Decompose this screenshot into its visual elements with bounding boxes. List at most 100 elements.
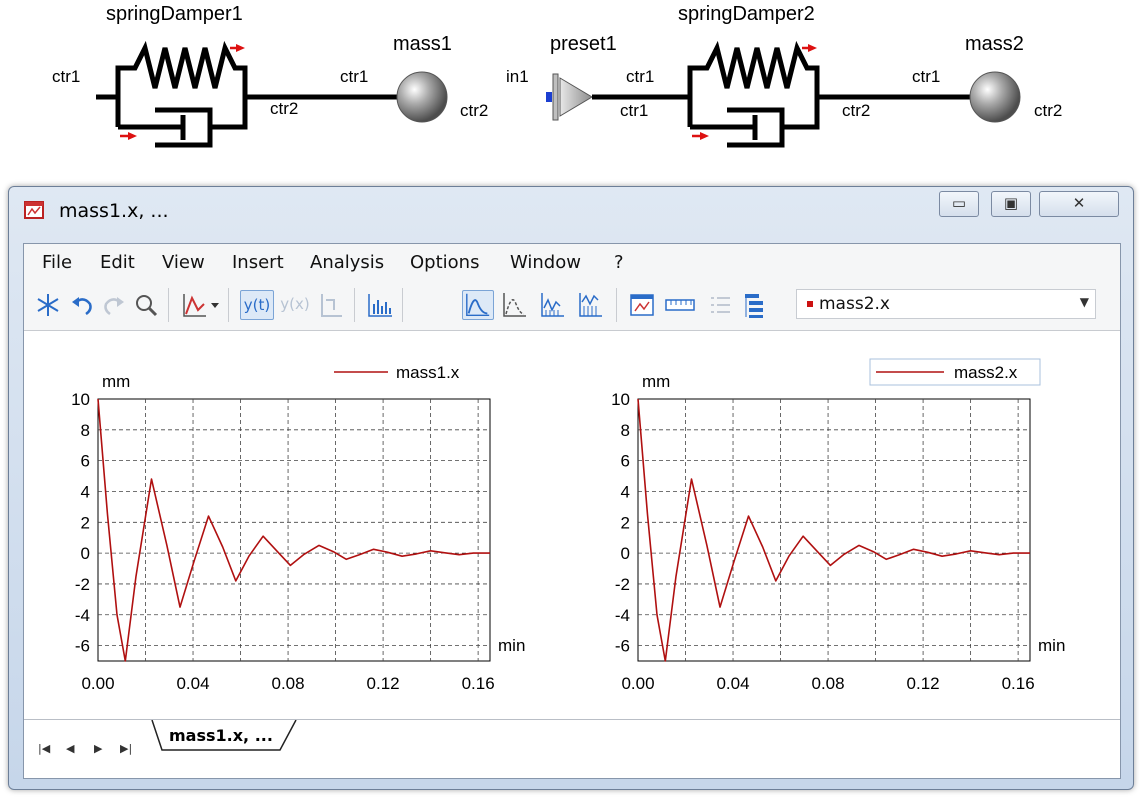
port-label: ctr1 bbox=[340, 67, 368, 86]
next-tab-icon[interactable]: ▶ bbox=[94, 742, 102, 755]
port-label: in1 bbox=[506, 67, 529, 86]
y-tick-label: 8 bbox=[621, 421, 630, 440]
variable-select[interactable]: mass2.x ▼ bbox=[796, 289, 1096, 319]
restore-icon: ▣ bbox=[1003, 194, 1019, 212]
menu-file[interactable]: File bbox=[42, 252, 72, 273]
ruler-icon[interactable] bbox=[664, 290, 696, 320]
y-tick-label: 10 bbox=[71, 390, 90, 409]
spring-damper-2-symbol[interactable] bbox=[612, 40, 975, 148]
y-tick-label: -2 bbox=[75, 575, 90, 594]
port-label: ctr1 bbox=[912, 67, 940, 86]
snowflake-icon[interactable] bbox=[34, 290, 62, 320]
y-tick-label: 4 bbox=[81, 482, 90, 501]
plot-window-icon bbox=[24, 201, 44, 219]
x-tick-label: 0.00 bbox=[621, 674, 654, 693]
port-label: ctr2 bbox=[460, 101, 488, 120]
y-tick-label: 2 bbox=[621, 513, 630, 532]
redo-icon[interactable] bbox=[100, 290, 128, 320]
variable-select-value: mass2.x bbox=[819, 294, 890, 314]
label-spring-damper-1: springDamper1 bbox=[106, 3, 243, 25]
add-axis-icon[interactable] bbox=[316, 290, 344, 320]
restore-button[interactable]: ▣ bbox=[991, 191, 1031, 217]
label-mass-1: mass1 bbox=[393, 33, 452, 55]
port-label: ctr2 bbox=[270, 99, 298, 118]
plot-mode-4-icon[interactable] bbox=[576, 290, 604, 320]
window-title: mass1.x, ... bbox=[59, 200, 169, 222]
label-mass-2: mass2 bbox=[965, 33, 1024, 55]
x-axis-unit-label: min bbox=[1038, 636, 1065, 655]
yt-plot-icon[interactable]: y(t) bbox=[240, 290, 274, 320]
tab-bar: |◀ ◀ ▶ ▶| mass1.x, ... bbox=[24, 719, 1120, 778]
mass-1-symbol[interactable] bbox=[396, 71, 448, 123]
label-spring-damper-2: springDamper2 bbox=[678, 3, 815, 25]
y-tick-label: -6 bbox=[615, 637, 630, 656]
plot-mode-1-icon[interactable] bbox=[462, 290, 494, 320]
zoom-icon[interactable] bbox=[132, 290, 160, 320]
close-button[interactable]: ✕ bbox=[1039, 191, 1119, 217]
plot-mode-3-icon[interactable] bbox=[538, 290, 566, 320]
plot-window: mass1.x, ... ▭ ▣ ✕ File Edit View Insert… bbox=[8, 186, 1134, 790]
menu-bar: File Edit View Insert Analysis Options W… bbox=[24, 244, 1120, 280]
curve-style-icon[interactable] bbox=[180, 290, 208, 320]
y-tick-label: 6 bbox=[621, 452, 630, 471]
minimize-icon: ▭ bbox=[951, 194, 967, 212]
spring-damper-1-symbol[interactable] bbox=[96, 40, 402, 148]
minimize-button[interactable]: ▭ bbox=[939, 191, 979, 217]
x-tick-label: 0.16 bbox=[462, 674, 495, 693]
menu-view[interactable]: View bbox=[162, 252, 205, 273]
plot-frame bbox=[637, 398, 1031, 662]
first-tab-icon[interactable]: |◀ bbox=[38, 742, 50, 755]
x-tick-label: 0.08 bbox=[272, 674, 305, 693]
x-axis-unit-label: min bbox=[498, 636, 525, 655]
x-tick-label: 0.00 bbox=[81, 674, 114, 693]
y-tick-label: -4 bbox=[75, 606, 90, 625]
y-tick-label: 2 bbox=[81, 513, 90, 532]
menu-insert[interactable]: Insert bbox=[232, 252, 284, 273]
y-tick-label: 6 bbox=[81, 452, 90, 471]
port-label: ctr2 bbox=[842, 101, 870, 120]
tab-mass1-label: mass1.x, ... bbox=[169, 726, 273, 745]
port-label: ctr2 bbox=[1034, 101, 1062, 120]
legend-label: mass1.x bbox=[396, 363, 460, 382]
x-tick-label: 0.08 bbox=[812, 674, 845, 693]
menu-help[interactable]: ? bbox=[614, 252, 624, 273]
plot-area: 10 8 6 4 2 0 -2 -4 -6 0.00 0.04 0.08 0.12 0.16 mm min ma… bbox=[24, 331, 1120, 711]
series-color-swatch bbox=[807, 301, 813, 307]
y-axis-unit-label: mm bbox=[642, 372, 670, 391]
y-axis-unit-label: mm bbox=[102, 372, 130, 391]
last-tab-icon[interactable]: ▶| bbox=[120, 742, 132, 755]
plot-frame bbox=[97, 398, 491, 662]
undo-icon[interactable] bbox=[68, 290, 96, 320]
model-diagram: springDamper1 ctr1 ctr2 mass1 ctr1 ctr2 … bbox=[52, 3, 1062, 148]
menu-edit[interactable]: Edit bbox=[100, 252, 135, 273]
port-label: ctr1 bbox=[52, 67, 80, 86]
y-tick-label: 8 bbox=[81, 421, 90, 440]
bar-chart-icon[interactable] bbox=[366, 290, 394, 320]
y-tick-label: 10 bbox=[611, 390, 630, 409]
preset-1-symbol[interactable] bbox=[546, 73, 612, 121]
window-icon[interactable] bbox=[628, 290, 656, 320]
y-tick-label: 0 bbox=[81, 544, 90, 563]
menu-window[interactable]: Window bbox=[510, 252, 581, 273]
plots-canvas: 10 8 6 4 2 0 -2 -4 -6 0.00 0.04 0.08 0.12 0.16 mm min ma… bbox=[71, 358, 1065, 693]
mass-2-symbol[interactable] bbox=[969, 71, 1021, 123]
port-label: ctr1 bbox=[626, 67, 654, 86]
yx-plot-icon[interactable]: y(x) bbox=[278, 290, 312, 320]
tree-icon[interactable] bbox=[740, 290, 768, 320]
menu-options[interactable]: Options bbox=[410, 252, 479, 273]
plot-window-client: File Edit View Insert Analysis Options W… bbox=[23, 243, 1121, 779]
dropdown-arrow-icon[interactable] bbox=[208, 290, 222, 320]
list-icon[interactable] bbox=[706, 290, 734, 320]
x-tick-label: 0.16 bbox=[1002, 674, 1035, 693]
label-preset-1: preset1 bbox=[550, 33, 617, 55]
chevron-down-icon[interactable]: ▼ bbox=[1080, 295, 1089, 309]
menu-analysis[interactable]: Analysis bbox=[310, 252, 384, 273]
x-tick-label: 0.04 bbox=[716, 674, 749, 693]
plot-mode-2-icon[interactable] bbox=[500, 290, 528, 320]
prev-tab-icon[interactable]: ◀ bbox=[66, 742, 74, 755]
toolbar: y(t) y(x) mass2.x ▼ bbox=[24, 280, 1120, 331]
y-tick-label: 0 bbox=[621, 544, 630, 563]
x-tick-label: 0.12 bbox=[367, 674, 400, 693]
y-tick-label: -6 bbox=[75, 637, 90, 656]
y-tick-label: 4 bbox=[621, 482, 630, 501]
